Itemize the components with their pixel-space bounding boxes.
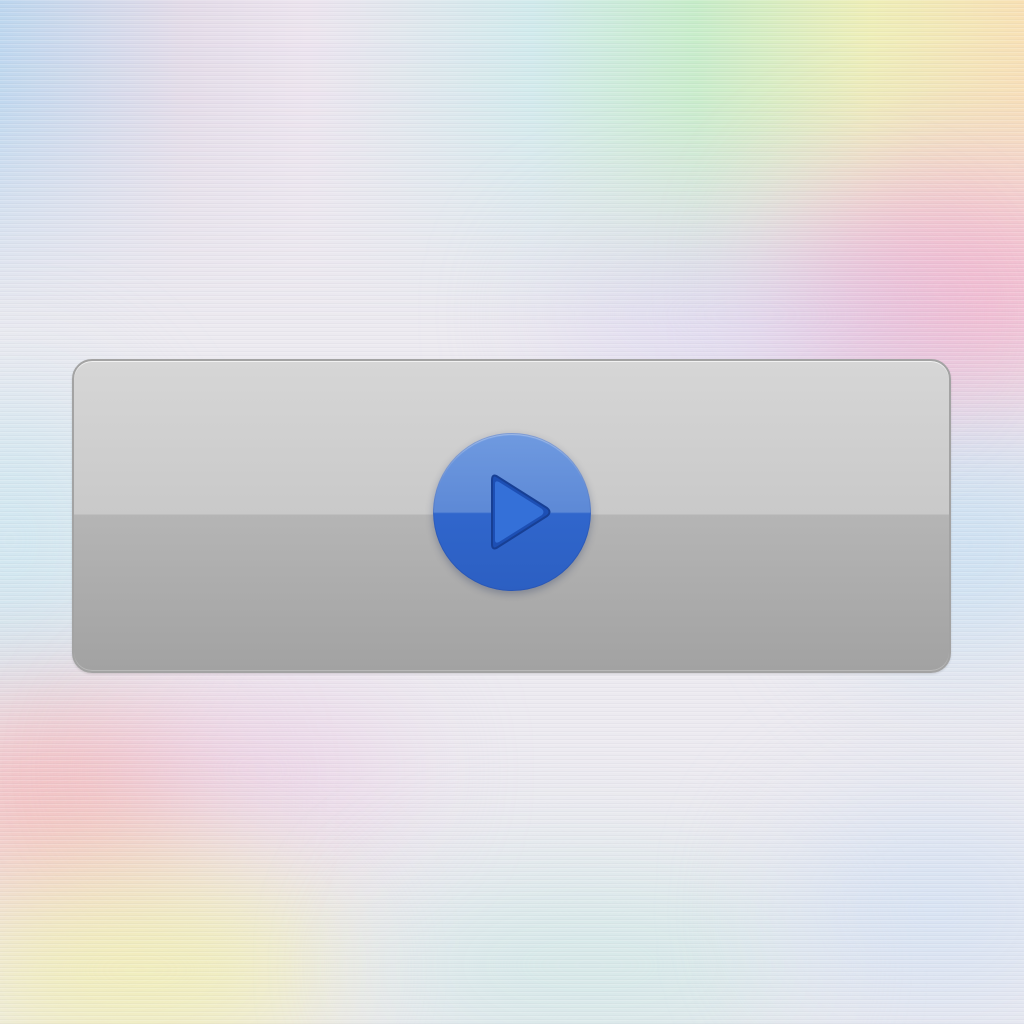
play-icon [491, 474, 551, 550]
background [0, 0, 1024, 1024]
play-button[interactable] [433, 433, 591, 591]
